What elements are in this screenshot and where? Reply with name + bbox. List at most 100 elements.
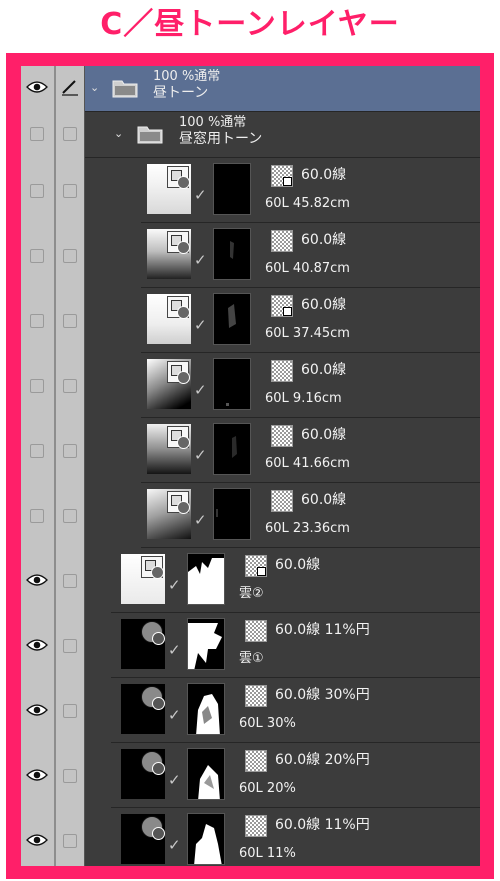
- layer-mask-thumbnail: [213, 228, 251, 280]
- tone-icon: [271, 490, 293, 512]
- visibility-toggle[interactable]: [30, 249, 44, 263]
- edit-lock-toggle[interactable]: [63, 509, 77, 523]
- layer-mask-thumbnail: [213, 358, 251, 410]
- tone-setting-label: 60.0線 11%円: [275, 817, 370, 833]
- layer-thumbnail: [121, 814, 165, 864]
- folder-icon: [112, 80, 138, 98]
- tone-icon: [271, 230, 293, 252]
- visibility-toggle[interactable]: [30, 379, 44, 393]
- eye-icon[interactable]: [26, 703, 48, 717]
- layer-name: 雲②: [239, 586, 264, 601]
- visibility-toggle[interactable]: [30, 444, 44, 458]
- check-icon: ✓: [194, 381, 207, 399]
- check-icon: ✓: [194, 251, 207, 269]
- eye-icon[interactable]: [26, 573, 48, 587]
- tone-setting-label: 60.0線 30%円: [275, 687, 370, 703]
- tone-icon: [245, 750, 267, 772]
- edit-lock-toggle[interactable]: [63, 379, 77, 393]
- layer-mask-thumbnail: [187, 748, 225, 800]
- blend-mode-label: 100 %通常: [153, 69, 221, 84]
- tone-layer-icon: [141, 621, 165, 645]
- folder-row-hiru-mado-tone[interactable]: ⌄ 100 %通常 昼窓用トーン: [21, 112, 480, 158]
- folder-name: 昼トーン: [153, 85, 209, 101]
- edit-lock-toggle[interactable]: [63, 127, 77, 141]
- folder-icon: [137, 126, 163, 144]
- tone-setting-label: 60.0線 20%円: [275, 752, 370, 768]
- visibility-toggle[interactable]: [30, 314, 44, 328]
- layer-thumbnail: [121, 554, 165, 604]
- eye-icon[interactable]: [26, 80, 48, 94]
- tone-setting-label: 60.0線 11%円: [275, 622, 370, 638]
- tone-layer-icon: [141, 751, 165, 775]
- layer-thumbnail: [147, 424, 191, 474]
- layer-mask-thumbnail: [213, 163, 251, 215]
- layer-mask-thumbnail: [187, 553, 225, 605]
- chevron-down-icon[interactable]: ⌄: [90, 81, 99, 94]
- tone-layer-icon: [141, 556, 164, 579]
- tone-setting-label: 60.0線: [301, 427, 347, 443]
- tone-icon: [271, 425, 293, 447]
- check-icon: ✓: [168, 836, 181, 854]
- layer-name: 60L 23.36cm: [265, 521, 350, 536]
- layer-name: 雲①: [239, 651, 264, 666]
- edit-lock-toggle[interactable]: [63, 769, 77, 783]
- layer-row[interactable]: ✓ 60.0線 60L 37.45cm: [21, 288, 480, 353]
- edit-lock-toggle[interactable]: [63, 834, 77, 848]
- tone-icon: [245, 555, 267, 577]
- edit-lock-toggle[interactable]: [63, 249, 77, 263]
- tone-icon: [245, 620, 267, 642]
- eye-icon[interactable]: [26, 768, 48, 782]
- layer-row[interactable]: ✓ 60.0線 60L 9.16cm: [21, 353, 480, 418]
- tone-setting-label: 60.0線: [301, 362, 347, 378]
- layer-row[interactable]: ✓ 60.0線 11%円 雲①: [21, 613, 480, 678]
- layer-name: 60L 37.45cm: [265, 326, 350, 341]
- tone-setting-label: 60.0線: [301, 232, 347, 248]
- check-icon: ✓: [168, 771, 181, 789]
- layer-mask-thumbnail: [213, 488, 251, 540]
- layer-row[interactable]: ✓ 60.0線 60L 40.87cm: [21, 223, 480, 288]
- visibility-toggle[interactable]: [30, 184, 44, 198]
- tone-layer-icon: [167, 491, 190, 514]
- edit-lock-toggle[interactable]: [63, 314, 77, 328]
- tone-icon: [245, 685, 267, 707]
- layer-name: 60L 11%: [239, 846, 296, 861]
- layer-name: 60L 41.66cm: [265, 456, 350, 471]
- tone-layer-icon: [167, 231, 190, 254]
- layer-row[interactable]: ✓ 60.0線 雲②: [21, 548, 480, 613]
- tone-icon: [271, 360, 293, 382]
- edit-lock-toggle[interactable]: [63, 184, 77, 198]
- check-icon: ✓: [194, 446, 207, 464]
- layer-row[interactable]: ✓ 60.0線 60L 45.82cm: [21, 158, 480, 223]
- layer-row[interactable]: ✓ 60.0線 60L 41.66cm: [21, 418, 480, 483]
- layer-name: 60L 20%: [239, 781, 296, 796]
- check-icon: ✓: [194, 316, 207, 334]
- layer-row[interactable]: ✓ 60.0線 60L 23.36cm: [21, 483, 480, 548]
- layer-mask-thumbnail: [187, 618, 225, 670]
- layer-thumbnail: [147, 229, 191, 279]
- check-icon: ✓: [168, 576, 181, 594]
- edit-lock-toggle[interactable]: [63, 639, 77, 653]
- chevron-down-icon[interactable]: ⌄: [114, 127, 123, 140]
- pen-icon[interactable]: [59, 78, 81, 96]
- layer-panel: ⌄ 100 %通常 昼トーン ⌄ 100 %通常 昼窓用トーン ✓ 60.0線 6…: [21, 66, 480, 866]
- layer-row[interactable]: ✓ 60.0線 30%円 60L 30%: [21, 678, 480, 743]
- tone-layer-icon: [141, 686, 165, 710]
- eye-icon[interactable]: [26, 638, 48, 652]
- check-icon: ✓: [168, 706, 181, 724]
- layer-name: 60L 9.16cm: [265, 391, 342, 406]
- layer-row[interactable]: ✓ 60.0線 11%円 60L 11%: [21, 808, 480, 866]
- edit-lock-toggle[interactable]: [63, 704, 77, 718]
- layer-row[interactable]: ✓ 60.0線 20%円 60L 20%: [21, 743, 480, 808]
- layer-thumbnail: [121, 749, 165, 799]
- folder-row-hiru-tone[interactable]: ⌄ 100 %通常 昼トーン: [21, 66, 480, 112]
- tone-icon: [245, 815, 267, 837]
- eye-icon[interactable]: [26, 833, 48, 847]
- visibility-toggle[interactable]: [30, 127, 44, 141]
- edit-lock-toggle[interactable]: [63, 574, 77, 588]
- tone-layer-icon: [167, 361, 190, 384]
- layer-thumbnail: [121, 619, 165, 669]
- visibility-toggle[interactable]: [30, 509, 44, 523]
- edit-lock-toggle[interactable]: [63, 444, 77, 458]
- page-heading: C／昼トーンレイヤー: [100, 7, 400, 42]
- check-icon: ✓: [194, 511, 207, 529]
